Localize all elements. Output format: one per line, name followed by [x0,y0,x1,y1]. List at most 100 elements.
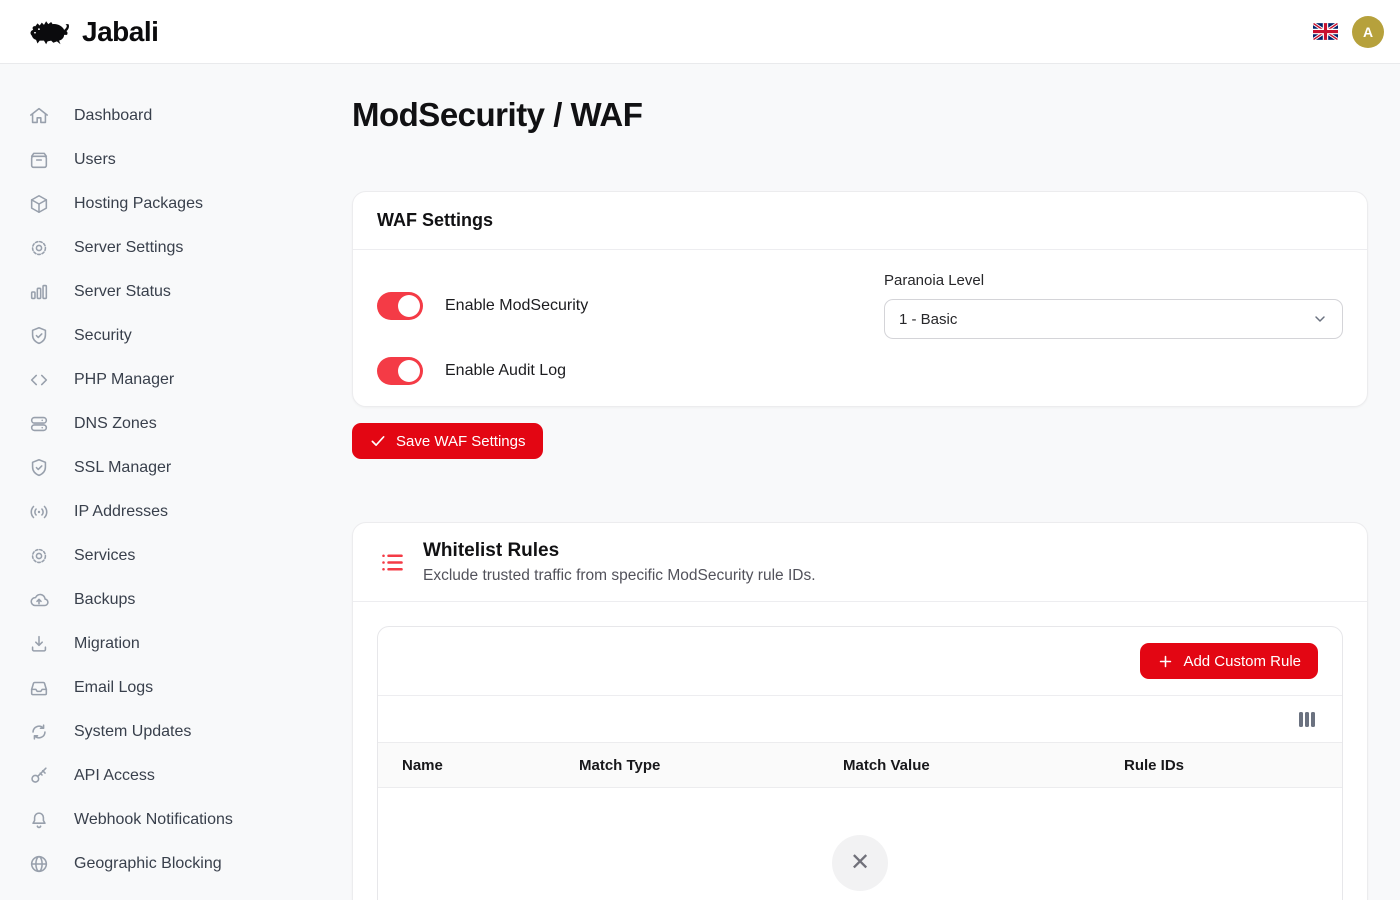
check-icon [369,432,387,450]
paranoia-level-select[interactable]: 1 - Basic [884,299,1343,339]
enable-modsecurity-toggle[interactable] [377,292,423,320]
sidebar-item-dashboard[interactable]: Dashboard [0,94,352,138]
whitelist-table-container: Add Custom Rule Name Match Type Match Va… [377,626,1343,900]
save-button-label: Save WAF Settings [396,433,526,450]
globe-icon [28,853,50,875]
inbox-icon [28,677,50,699]
sidebar-item-label: Users [74,151,116,169]
columns-icon[interactable] [1299,712,1315,727]
sidebar-item-label: Webhook Notifications [74,811,233,829]
sidebar-item-email-logs[interactable]: Email Logs [0,666,352,710]
sidebar-item-ssl-manager[interactable]: SSL Manager [0,446,352,490]
shield-check-icon [28,325,50,347]
sidebar-item-label: SSL Manager [74,459,171,477]
table-toolbar: Add Custom Rule [378,627,1342,696]
sidebar-item-label: Backups [74,591,135,609]
column-header-rule-ids[interactable]: Rule IDs [1100,757,1342,774]
add-custom-rule-button[interactable]: Add Custom Rule [1140,643,1318,679]
enable-auditlog-row: Enable Audit Log [377,357,1343,385]
sidebar-item-users[interactable]: Users [0,138,352,182]
waf-card-header: WAF Settings [353,192,1367,250]
sidebar-item-label: Server Settings [74,239,183,257]
sidebar-item-hosting-packages[interactable]: Hosting Packages [0,182,352,226]
sidebar-item-backups[interactable]: Backups [0,578,352,622]
table-options-bar [378,696,1342,742]
sidebar-item-server-status[interactable]: Server Status [0,270,352,314]
toggle-knob [398,360,420,382]
sidebar-item-system-updates[interactable]: System Updates [0,710,352,754]
paranoia-level-value: 1 - Basic [899,311,957,328]
sidebar-item-geographic-blocking[interactable]: Geographic Blocking [0,842,352,886]
whitelist-subtitle: Exclude trusted traffic from specific Mo… [423,567,816,585]
sidebar-item-label: DNS Zones [74,415,157,433]
uk-flag-icon[interactable] [1313,23,1338,40]
x-icon: ✕ [850,851,870,875]
sidebar-item-label: PHP Manager [74,371,174,389]
sidebar-item-label: Hosting Packages [74,195,203,213]
chevron-down-icon [1312,311,1328,327]
sidebar-item-label: Migration [74,635,140,653]
bell-icon [28,809,50,831]
shield-check-icon [28,457,50,479]
whitelist-title: Whitelist Rules [423,540,816,562]
sidebar-item-label: Services [74,547,135,565]
sidebar-item-label: IP Addresses [74,503,168,521]
enable-modsecurity-row: Enable ModSecurity [377,272,836,339]
sidebar-item-label: Email Logs [74,679,153,697]
key-icon [28,765,50,787]
sidebar-item-api-access[interactable]: API Access [0,754,352,798]
whitelist-rules-card: Whitelist Rules Exclude trusted traffic … [352,522,1368,900]
enable-auditlog-toggle[interactable] [377,357,423,385]
column-header-match-value[interactable]: Match Value [819,757,1100,774]
table-empty-state: ✕ [378,788,1342,891]
package-icon [28,193,50,215]
bar-chart-icon [28,281,50,303]
archive-icon [28,149,50,171]
sidebar-item-migration[interactable]: Migration [0,622,352,666]
brand[interactable]: Jabali [26,16,158,48]
sidebar-item-label: Server Status [74,283,171,301]
topbar: Jabali A [0,0,1400,64]
paranoia-level-field: Paranoia Level 1 - Basic [884,272,1343,339]
add-custom-rule-label: Add Custom Rule [1183,653,1301,670]
sidebar-item-server-settings[interactable]: Server Settings [0,226,352,270]
cloud-upload-icon [28,589,50,611]
sidebar-item-label: Security [74,327,132,345]
gear-icon [28,545,50,567]
home-icon [28,105,50,127]
sidebar: Dashboard Users Hosting Packages Server … [0,64,352,900]
sidebar-item-label: Dashboard [74,107,152,125]
gear-icon [28,237,50,259]
column-header-match-type[interactable]: Match Type [555,757,819,774]
waf-card-title: WAF Settings [377,210,1343,231]
sidebar-item-label: API Access [74,767,155,785]
sidebar-item-webhook-notifications[interactable]: Webhook Notifications [0,798,352,842]
sidebar-item-label: Geographic Blocking [74,855,222,873]
empty-state-circle: ✕ [832,835,888,891]
whitelist-header: Whitelist Rules Exclude trusted traffic … [353,523,1367,602]
main-content: ModSecurity / WAF WAF Settings Enable Mo… [352,64,1400,900]
save-waf-settings-button[interactable]: Save WAF Settings [352,423,543,459]
list-icon [379,549,406,576]
table-header-row: Name Match Type Match Value Rule IDs [378,742,1342,788]
column-header-name[interactable]: Name [378,757,555,774]
brand-name: Jabali [82,16,158,48]
sidebar-item-dns-zones[interactable]: DNS Zones [0,402,352,446]
enable-auditlog-label: Enable Audit Log [445,362,566,380]
toggle-knob [398,295,420,317]
refresh-icon [28,721,50,743]
paranoia-level-label: Paranoia Level [884,272,1343,289]
sidebar-item-services[interactable]: Services [0,534,352,578]
broadcast-icon [28,501,50,523]
boar-logo-icon [26,16,72,48]
page-title: ModSecurity / WAF [352,96,1368,134]
server-icon [28,413,50,435]
code-icon [28,369,50,391]
enable-modsecurity-label: Enable ModSecurity [445,297,588,315]
sidebar-item-ip-addresses[interactable]: IP Addresses [0,490,352,534]
sidebar-item-label: System Updates [74,723,191,741]
sidebar-item-security[interactable]: Security [0,314,352,358]
sidebar-item-php-manager[interactable]: PHP Manager [0,358,352,402]
download-icon [28,633,50,655]
avatar[interactable]: A [1352,16,1384,48]
